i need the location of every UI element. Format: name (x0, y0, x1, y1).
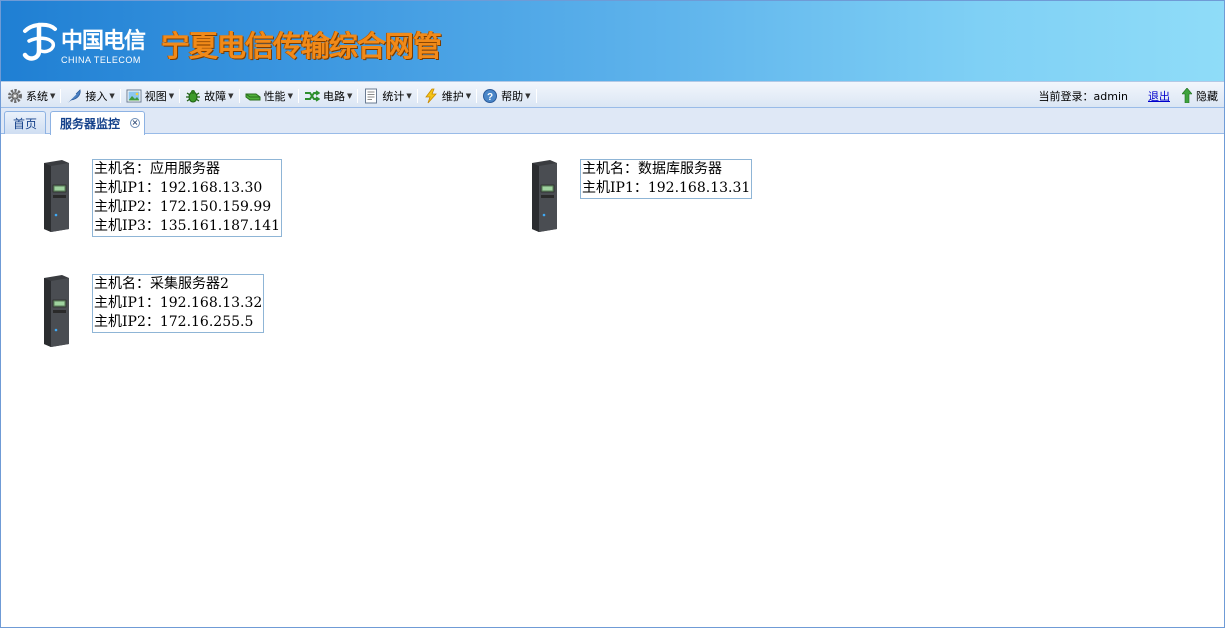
bar-icon (245, 93, 261, 100)
server-ip: 主机IP2：172.16.255.5 (94, 314, 254, 330)
menu-separator (238, 88, 240, 103)
menu-access-label: 接入 (85, 89, 108, 103)
tab-home[interactable]: 首页 (4, 111, 46, 134)
logout-link[interactable]: 退出 (1148, 88, 1170, 104)
tab-home-label: 首页 (12, 116, 37, 131)
circuit-icon (304, 89, 320, 102)
main-menu: 系统 ▼ 接入 ▼ 视图 ▼ 故障 ▼ 性能 ▼ 电路 ▼ 统计 ▼ 维护 ▼ … (3, 85, 538, 106)
menu-fault[interactable]: 故障 ▼ (181, 85, 237, 106)
menu-separator (119, 88, 121, 103)
picture-icon (126, 89, 142, 102)
close-icon[interactable]: × (130, 118, 140, 128)
chevron-down-icon: ▼ (465, 91, 472, 100)
server-monitor-panel: 主机名：应用服务器 主机IP1：192.168.13.30 主机IP2：172.… (1, 135, 1224, 627)
lightning-icon (424, 88, 437, 103)
chevron-down-icon: ▼ (168, 91, 175, 100)
chevron-down-icon: ▼ (109, 91, 115, 100)
app-window: 中国电信 CHINA TELECOM 宁夏电信传输综合网管 系统 ▼ 接入 ▼ … (0, 0, 1225, 628)
chevron-down-icon: ▼ (346, 91, 353, 100)
chevron-down-icon: ▼ (525, 91, 531, 100)
menu-maintenance-label: 维护 (441, 89, 464, 103)
server-ip: 主机IP1：192.168.13.32 (94, 295, 263, 311)
chevron-down-icon: ▼ (406, 91, 412, 100)
hide-header-button[interactable]: 隐藏 (1182, 88, 1218, 104)
report-icon (365, 88, 378, 103)
tab-strip: 首页 服务器监控 × (1, 108, 1224, 135)
menu-separator (416, 88, 418, 103)
server-ip: 主机IP1：192.168.13.30 (94, 180, 263, 196)
chevron-down-icon: ▼ (287, 91, 293, 100)
server-tower-icon (532, 160, 557, 232)
menu-performance[interactable]: 性能 ▼ (241, 85, 297, 106)
menu-view[interactable]: 视图 ▼ (122, 85, 178, 106)
chevron-down-icon: ▼ (228, 91, 234, 100)
gear-icon (8, 88, 22, 103)
user-bar: 当前登录：admin 退出 隐藏 (1039, 85, 1218, 106)
server-name: 主机名：数据库服务器 (582, 161, 722, 177)
menu-system-label: 系统 (26, 89, 48, 103)
menu-system[interactable]: 系统 ▼ (3, 85, 59, 106)
hide-label: 隐藏 (1196, 89, 1218, 103)
tab-server-monitor-label: 服务器监控 (60, 117, 121, 131)
app-title: 宁夏电信传输综合网管 (161, 29, 442, 63)
menu-help-label: 帮助 (501, 89, 524, 103)
menu-separator (297, 88, 299, 103)
server-name: 主机名：应用服务器 (94, 161, 220, 177)
menu-circuit[interactable]: 电路 ▼ (300, 85, 356, 106)
feather-icon (68, 88, 81, 102)
menu-separator (535, 88, 537, 103)
server-name: 主机名：采集服务器2 (94, 276, 229, 292)
logo-english-text: CHINA TELECOM (61, 55, 141, 65)
menu-maintenance[interactable]: 维护 ▼ (419, 85, 475, 106)
menu-performance-label: 性能 (263, 89, 286, 103)
menu-access[interactable]: 接入 ▼ (62, 85, 118, 106)
logo-chinese-text: 中国电信 (61, 28, 146, 54)
server-tower-icon (44, 275, 69, 347)
server-ip: 主机IP3：135.161.187.141 (94, 218, 281, 234)
menu-bar: 系统 ▼ 接入 ▼ 视图 ▼ 故障 ▼ 性能 ▼ 电路 ▼ 统计 ▼ 维护 ▼ … (1, 81, 1224, 108)
china-telecom-logo: 中国电信 CHINA TELECOM (15, 13, 146, 71)
telecom-logo-icon (22, 22, 57, 61)
menu-help[interactable]: ? 帮助 ▼ (478, 85, 534, 106)
bug-icon (186, 89, 201, 102)
arrow-up-icon (1182, 88, 1192, 103)
server-info-box: 主机名：采集服务器2 主机IP1：192.168.13.32 主机IP2：172… (92, 274, 265, 333)
header-banner: 中国电信 CHINA TELECOM 宁夏电信传输综合网管 (1, 1, 1224, 81)
menu-separator (60, 88, 62, 103)
server-info-box: 主机名：数据库服务器 主机IP1：192.168.13.31 (580, 159, 753, 199)
chevron-down-icon: ▼ (50, 91, 56, 100)
help-icon: ? (483, 88, 498, 103)
tab-server-monitor[interactable]: 服务器监控 × (50, 111, 145, 135)
menu-view-label: 视图 (144, 89, 167, 103)
menu-circuit-label: 电路 (322, 89, 345, 103)
menu-fault-label: 故障 (204, 89, 227, 103)
current-login-text: 当前登录：admin (1038, 89, 1128, 103)
menu-separator (357, 88, 359, 103)
svg-text:?: ? (487, 92, 493, 103)
menu-separator (476, 88, 478, 103)
menu-separator (179, 88, 181, 103)
server-ip: 主机IP1：192.168.13.31 (582, 180, 751, 196)
menu-statistics[interactable]: 统计 ▼ (359, 85, 415, 106)
menu-statistics-label: 统计 (382, 89, 405, 103)
server-info-box: 主机名：应用服务器 主机IP1：192.168.13.30 主机IP2：172.… (92, 159, 283, 237)
server-ip: 主机IP2：172.150.159.99 (94, 199, 272, 215)
server-tower-icon (44, 160, 69, 232)
